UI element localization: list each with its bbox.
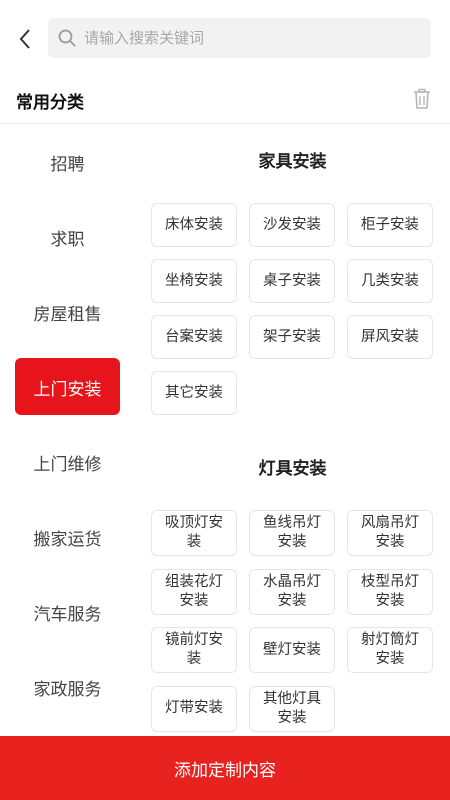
add-custom-content-label: 添加定制内容 — [174, 760, 276, 781]
sidebar-item-label: 搬家运货 — [33, 530, 102, 550]
option-chip[interactable]: 坐椅安装 — [151, 259, 237, 303]
option-chip[interactable]: 几类安装 — [347, 259, 433, 303]
option-chip[interactable]: 壁灯安装 — [249, 627, 335, 673]
sidebar-item[interactable]: 汽车服务 — [0, 575, 135, 650]
option-chip[interactable]: 吸顶灯安装 — [151, 510, 237, 556]
sidebar-item-label: 汽车服务 — [33, 605, 102, 625]
option-chip[interactable]: 枝型吊灯安装 — [347, 568, 433, 615]
option-chip[interactable]: 其他灯具安装 — [249, 685, 335, 732]
option-chip[interactable]: 风扇吊灯安装 — [347, 510, 433, 556]
add-custom-content-button[interactable]: 添加定制内容 — [0, 736, 450, 800]
sidebar-item-label: 求职 — [50, 230, 85, 250]
option-chip[interactable]: 水晶吊灯安装 — [249, 568, 335, 615]
sidebar-item-label: 上门安装 — [33, 380, 102, 400]
sidebar-item[interactable]: 上门维修 — [0, 425, 135, 500]
option-chip[interactable]: 灯带安装 — [151, 685, 237, 732]
option-chip[interactable]: 台案安装 — [151, 315, 237, 359]
sidebar-item[interactable]: 房屋租售 — [0, 275, 135, 350]
option-chip[interactable]: 架子安装 — [249, 315, 335, 359]
option-chip[interactable]: 射灯筒灯安装 — [347, 627, 433, 673]
sidebar-item[interactable]: 家政服务 — [0, 650, 135, 725]
sidebar-item-label: 房屋租售 — [33, 305, 102, 325]
category-sidebar: 招聘求职房屋租售上门安装上门维修搬家运货汽车服务家政服务 — [0, 125, 135, 725]
search-icon — [58, 29, 76, 47]
clear-button[interactable] — [412, 88, 436, 112]
option-chip[interactable]: 组装花灯安装 — [151, 568, 237, 615]
sidebar-item-label: 上门维修 — [33, 455, 102, 475]
sidebar-item[interactable]: 搬家运货 — [0, 500, 135, 575]
sidebar-item-label: 家政服务 — [33, 680, 102, 700]
option-chip[interactable]: 鱼线吊灯安装 — [249, 510, 335, 556]
group-title-lighting: 灯具安装 — [258, 459, 327, 479]
option-chip[interactable]: 沙发安装 — [249, 203, 335, 247]
group-title-furniture: 家具安装 — [258, 152, 327, 172]
top-bar — [0, 0, 450, 76]
search-input[interactable] — [84, 29, 404, 47]
option-chip[interactable]: 床体安装 — [151, 203, 237, 247]
option-chip[interactable]: 其它安装 — [151, 371, 237, 415]
category-header: 常用分类 — [0, 76, 450, 124]
trash-icon — [414, 88, 430, 109]
option-chip[interactable]: 桌子安装 — [249, 259, 335, 303]
sidebar-item[interactable]: 招聘 — [0, 125, 135, 200]
option-chip[interactable]: 屏风安装 — [347, 315, 433, 359]
sidebar-item-label: 招聘 — [50, 155, 85, 175]
sidebar-item[interactable]: 求职 — [0, 200, 135, 275]
sidebar-item[interactable]: 上门安装 — [0, 350, 135, 425]
option-chip[interactable]: 柜子安装 — [347, 203, 433, 247]
chevron-left-icon — [19, 29, 30, 49]
search-bar[interactable] — [48, 18, 431, 58]
option-chip[interactable]: 镜前灯安装 — [151, 627, 237, 673]
back-button[interactable] — [10, 24, 40, 54]
page-title: 常用分类 — [16, 93, 84, 113]
